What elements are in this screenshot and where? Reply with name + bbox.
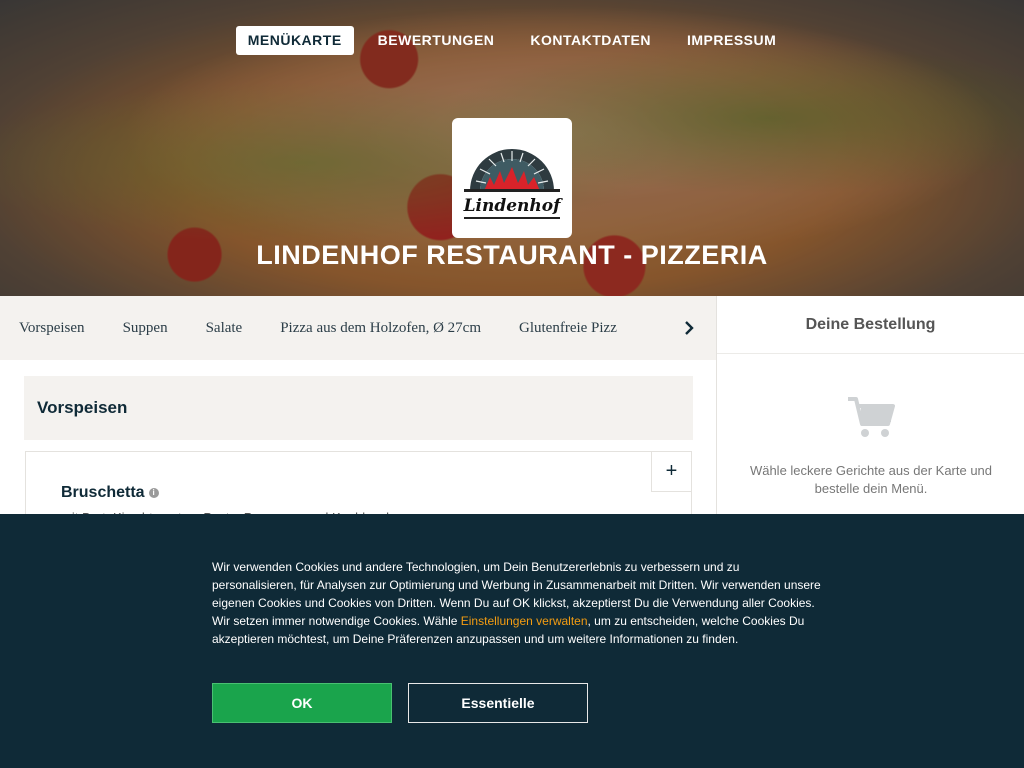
plus-icon: + — [665, 460, 678, 482]
cookie-ok-button[interactable]: OK — [212, 683, 392, 723]
nav-bewertungen[interactable]: BEWERTUNGEN — [366, 26, 507, 55]
category-glutenfreie-pizza[interactable]: Glutenfreie Pizz — [519, 320, 617, 337]
top-navigation: MENÜKARTE BEWERTUNGEN KONTAKTDATEN IMPRE… — [0, 26, 1024, 55]
cookie-text: Wir verwenden Cookies und andere Technol… — [212, 558, 822, 648]
nav-impressum[interactable]: IMPRESSUM — [675, 26, 788, 55]
order-title: Deine Bestellung — [717, 296, 1024, 354]
info-icon[interactable]: i — [148, 487, 159, 498]
restaurant-name: LINDENHOF RESTAURANT - PIZZERIA — [256, 240, 768, 270]
chevron-right-icon — [685, 321, 694, 335]
cookie-banner: Wir verwenden Cookies und andere Technol… — [0, 514, 1024, 768]
menu-item-title: Bruschetta i — [61, 484, 159, 502]
logo-oven-icon: Lindenhof — [463, 149, 564, 219]
menu-item-name: Bruschetta — [61, 484, 145, 501]
category-scroll-next[interactable] — [656, 296, 716, 360]
category-bar: Vorspeisen Suppen Salate Pizza aus dem H… — [0, 296, 716, 360]
hero-banner: MENÜKARTE BEWERTUNGEN KONTAKTDATEN IMPRE… — [0, 0, 1024, 296]
add-to-cart-button[interactable]: + — [651, 452, 691, 492]
cart-icon — [848, 397, 895, 437]
restaurant-logo: Lindenhof — [452, 118, 572, 238]
section-header: Vorspeisen — [24, 376, 693, 440]
cookie-settings-link[interactable]: Einstellungen verwalten — [461, 614, 588, 628]
category-vorspeisen[interactable]: Vorspeisen — [19, 320, 85, 337]
svg-text:Lindenhof: Lindenhof — [463, 196, 564, 216]
category-pizza-holzofen[interactable]: Pizza aus dem Holzofen, Ø 27cm — [280, 320, 481, 337]
section-title: Vorspeisen — [37, 398, 128, 417]
order-empty-message: Wähle leckere Gerichte aus der Karte und… — [749, 463, 993, 496]
category-suppen[interactable]: Suppen — [123, 320, 168, 337]
nav-kontaktdaten[interactable]: KONTAKTDATEN — [518, 26, 663, 55]
category-salate[interactable]: Salate — [206, 320, 243, 337]
nav-menukarte[interactable]: MENÜKARTE — [235, 26, 354, 55]
cookie-essential-button[interactable]: Essentielle — [408, 683, 588, 723]
